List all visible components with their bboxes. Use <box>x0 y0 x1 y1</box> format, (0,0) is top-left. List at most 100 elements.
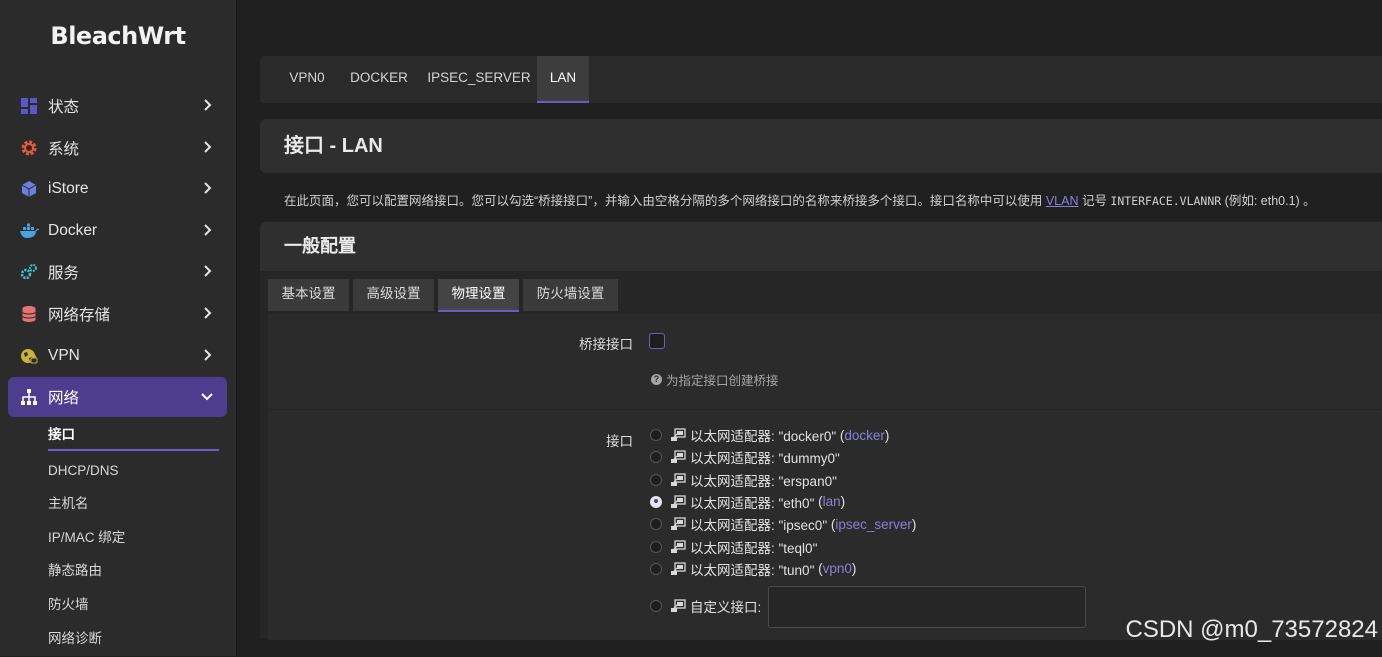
tab-docker[interactable]: DOCKER <box>340 56 418 101</box>
interface-radio[interactable] <box>650 540 662 553</box>
chevron-right-icon <box>199 97 215 113</box>
tab-lan[interactable]: LAN <box>537 56 589 103</box>
bridge-hint: ? 为指定接口创建桥接 <box>651 370 779 389</box>
tab-physical-settings[interactable]: 物理设置 <box>438 279 519 312</box>
network-link[interactable]: vpn0 <box>823 561 852 576</box>
chevron-right-icon <box>199 180 215 196</box>
interface-option-label: 以太网适配器: "dummy0" <box>690 451 840 467</box>
tab-basic-settings[interactable]: 基本设置 <box>268 279 349 311</box>
interface-option-label: 以太网适配器: "teql0" <box>690 540 818 556</box>
interface-tabs: VPN0 DOCKER IPSEC_SERVER LAN <box>260 56 1382 103</box>
network-adapter-icon <box>671 495 686 508</box>
interface-option: 以太网适配器: "tun0" (vpn0) <box>650 558 856 580</box>
interface-option: 以太网适配器: "dummy0" <box>650 446 840 468</box>
interface-radio[interactable] <box>650 451 662 464</box>
chevron-right-icon <box>199 139 215 155</box>
network-link[interactable]: docker <box>844 428 885 443</box>
chevron-right-icon <box>199 305 215 321</box>
vlan-link[interactable]: VLAN <box>1046 194 1079 208</box>
paren-open: ( <box>814 561 823 577</box>
sidebar-subitem-hostnames[interactable]: 主机名 <box>48 489 219 523</box>
watermark: CSDN @m0_73572824 <box>1125 616 1378 643</box>
paren-close: ) <box>884 427 890 443</box>
tab-firewall-settings[interactable]: 防火墙设置 <box>523 279 618 311</box>
chevron-right-icon <box>199 222 215 238</box>
custom-interface-option: 自定义接口: <box>650 595 761 617</box>
page-title: 接口 - LAN <box>260 119 1382 173</box>
interface-label: 接口 <box>606 434 633 449</box>
network-adapter-icon <box>671 450 686 464</box>
cube-icon <box>19 179 39 199</box>
general-config-title: 一般配置 <box>260 222 1382 271</box>
desc-text-1: 在此页面，您可以配置网络接口。您可以勾选“桥接接口”，并输入由空格分隔的多个网络… <box>284 194 1046 208</box>
sidebar-item-docker[interactable]: Docker <box>8 211 227 251</box>
sidebar-item-istore[interactable]: iStore <box>8 169 227 209</box>
paren-close: ) <box>911 516 917 532</box>
brand-logo: BleachWrt <box>50 22 186 50</box>
tab-advanced-settings[interactable]: 高级设置 <box>353 279 434 311</box>
tab-vpn0[interactable]: VPN0 <box>276 56 338 101</box>
network-link[interactable]: ipsec_server <box>835 517 912 532</box>
sidebar-subitem-diagnostics[interactable]: 网络诊断 <box>48 624 219 657</box>
help-icon: ? <box>651 374 662 385</box>
database-icon <box>19 304 39 324</box>
docker-icon <box>19 221 39 241</box>
paren-open: ( <box>827 516 836 532</box>
network-adapter-icon <box>671 428 686 441</box>
tab-ipsec-server[interactable]: IPSEC_SERVER <box>422 56 536 101</box>
interface-radio[interactable] <box>650 473 662 486</box>
sidebar-item-label: VPN <box>48 346 80 364</box>
interface-option-label: 以太网适配器: "docker0" <box>690 429 837 444</box>
sidebar-subitem-interfaces[interactable]: 接口 <box>48 420 219 451</box>
interface-option: 以太网适配器: "erspan0" <box>650 469 837 491</box>
sidebar-subitem-firewall[interactable]: 防火墙 <box>48 590 219 624</box>
interface-radio[interactable] <box>650 518 662 531</box>
globe-lock-icon <box>19 346 39 366</box>
paren-close: ) <box>840 494 846 510</box>
chevron-down-icon <box>199 388 215 404</box>
interface-option-label: 以太网适配器: "eth0" <box>690 495 815 511</box>
dashboard-icon <box>19 96 39 116</box>
sitemap-icon <box>19 387 39 407</box>
bridge-checkbox[interactable] <box>649 333 665 349</box>
sidebar-item-nas[interactable]: 网络存储 <box>8 294 227 334</box>
desc-code: INTERFACE.VLANNR <box>1110 194 1222 208</box>
sidebar-subitem-static-routes[interactable]: 静态路由 <box>48 556 219 590</box>
sidebar-item-label: 服务 <box>48 265 80 283</box>
sidebar-submenu: 接口 DHCP/DNS 主机名 IP/MAC 绑定 静态路由 防火墙 网络诊断 <box>48 420 219 657</box>
sidebar-subitem-ip-mac-binding[interactable]: IP/MAC 绑定 <box>48 523 219 557</box>
sidebar-item-vpn[interactable]: VPN <box>8 336 227 376</box>
custom-interface-radio[interactable] <box>650 600 662 612</box>
network-link[interactable]: lan <box>823 494 841 509</box>
desc-text-2: 记号 <box>1078 194 1111 208</box>
sidebar-item-services[interactable]: 服务 <box>8 252 227 292</box>
sidebar-item-label: 网络存储 <box>48 306 111 324</box>
general-config-panel: 基本设置 高级设置 物理设置 防火墙设置 桥接接口 ? 为指定接口创建桥接 接口… <box>260 271 1382 640</box>
network-adapter-icon <box>671 539 686 553</box>
sidebar-subitem-dhcp-dns[interactable]: DHCP/DNS <box>48 456 219 490</box>
custom-interface-label: 自定义接口: <box>690 600 762 615</box>
bridge-hint-text: 为指定接口创建桥接 <box>666 374 779 388</box>
network-adapter-icon <box>671 599 686 612</box>
paren-open: ( <box>836 427 845 443</box>
interface-option-label: 以太网适配器: "erspan0" <box>690 473 837 489</box>
interface-radio[interactable] <box>650 429 662 441</box>
paren-close: ) <box>851 561 857 577</box>
interface-radio[interactable] <box>650 495 662 508</box>
interface-option-label: 以太网适配器: "tun0" <box>690 562 815 578</box>
custom-interface-input[interactable] <box>768 586 1086 628</box>
sidebar-item-status[interactable]: 状态 <box>8 86 227 126</box>
interface-option-label: 以太网适配器: "ipsec0" <box>690 518 828 534</box>
interface-radio[interactable] <box>650 562 662 575</box>
sidebar-item-label: Docker <box>48 221 98 239</box>
sidebar-item-system[interactable]: 系统 <box>8 128 227 168</box>
interface-option: 以太网适配器: "ipsec0" (ipsec_server) <box>650 513 916 535</box>
gear-icon <box>19 138 39 158</box>
sidebar-item-label: 网络 <box>48 390 80 408</box>
cogs-icon <box>19 262 39 282</box>
bridge-row: 桥接接口 ? 为指定接口创建桥接 <box>268 314 1382 409</box>
page-description: 在此页面，您可以配置网络接口。您可以勾选“桥接接口”，并输入由空格分隔的多个网络… <box>284 190 1316 209</box>
network-adapter-icon <box>671 472 686 486</box>
interface-row: 接口 自定义接口: 以太网适配器: "docker0" (docker) 以太网适… <box>268 409 1382 640</box>
sidebar-item-network[interactable]: 网络 <box>8 377 227 418</box>
